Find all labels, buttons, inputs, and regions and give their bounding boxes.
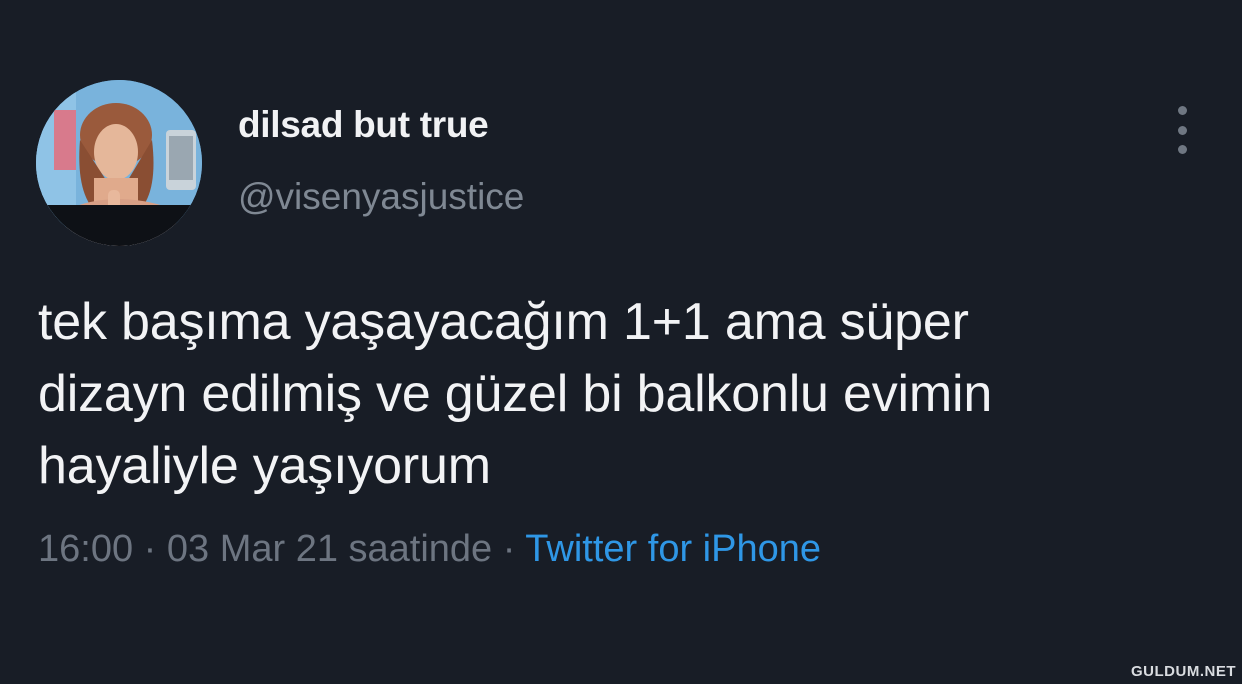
tweet-text-line: hayaliyle yaşıyorum [38,437,491,495]
avatar[interactable] [36,80,202,246]
watermark: GULDUM.NET [1131,663,1236,680]
tweet-date[interactable]: 03 Mar 21 saatinde [167,528,492,570]
profile-photo-icon [36,80,202,246]
tweet-text-line: dizayn edilmiş ve güzel bi balkonlu evim… [38,365,993,423]
user-handle[interactable]: @visenyasjustice [238,176,524,218]
tweet-meta: 16:00 · 03 Mar 21 saatinde · Twitter for… [38,528,821,571]
meta-separator: · [492,528,526,570]
tweet-card: dilsad but true @visenyasjustice tek baş… [0,0,1242,684]
meta-separator: · [133,528,167,570]
tweet-text: tek başıma yaşayacağım 1+1 ama süper diz… [38,286,1208,502]
more-options-icon[interactable] [1164,106,1200,154]
tweet-source-link[interactable]: Twitter for iPhone [525,528,821,570]
more-dot [1177,125,1187,135]
display-name[interactable]: dilsad but true [238,104,489,146]
more-dot [1177,145,1187,154]
tweet-time[interactable]: 16:00 [38,528,133,570]
more-dot [1177,106,1187,115]
tweet-text-line: tek başıma yaşayacağım 1+1 ama süper [38,293,969,351]
